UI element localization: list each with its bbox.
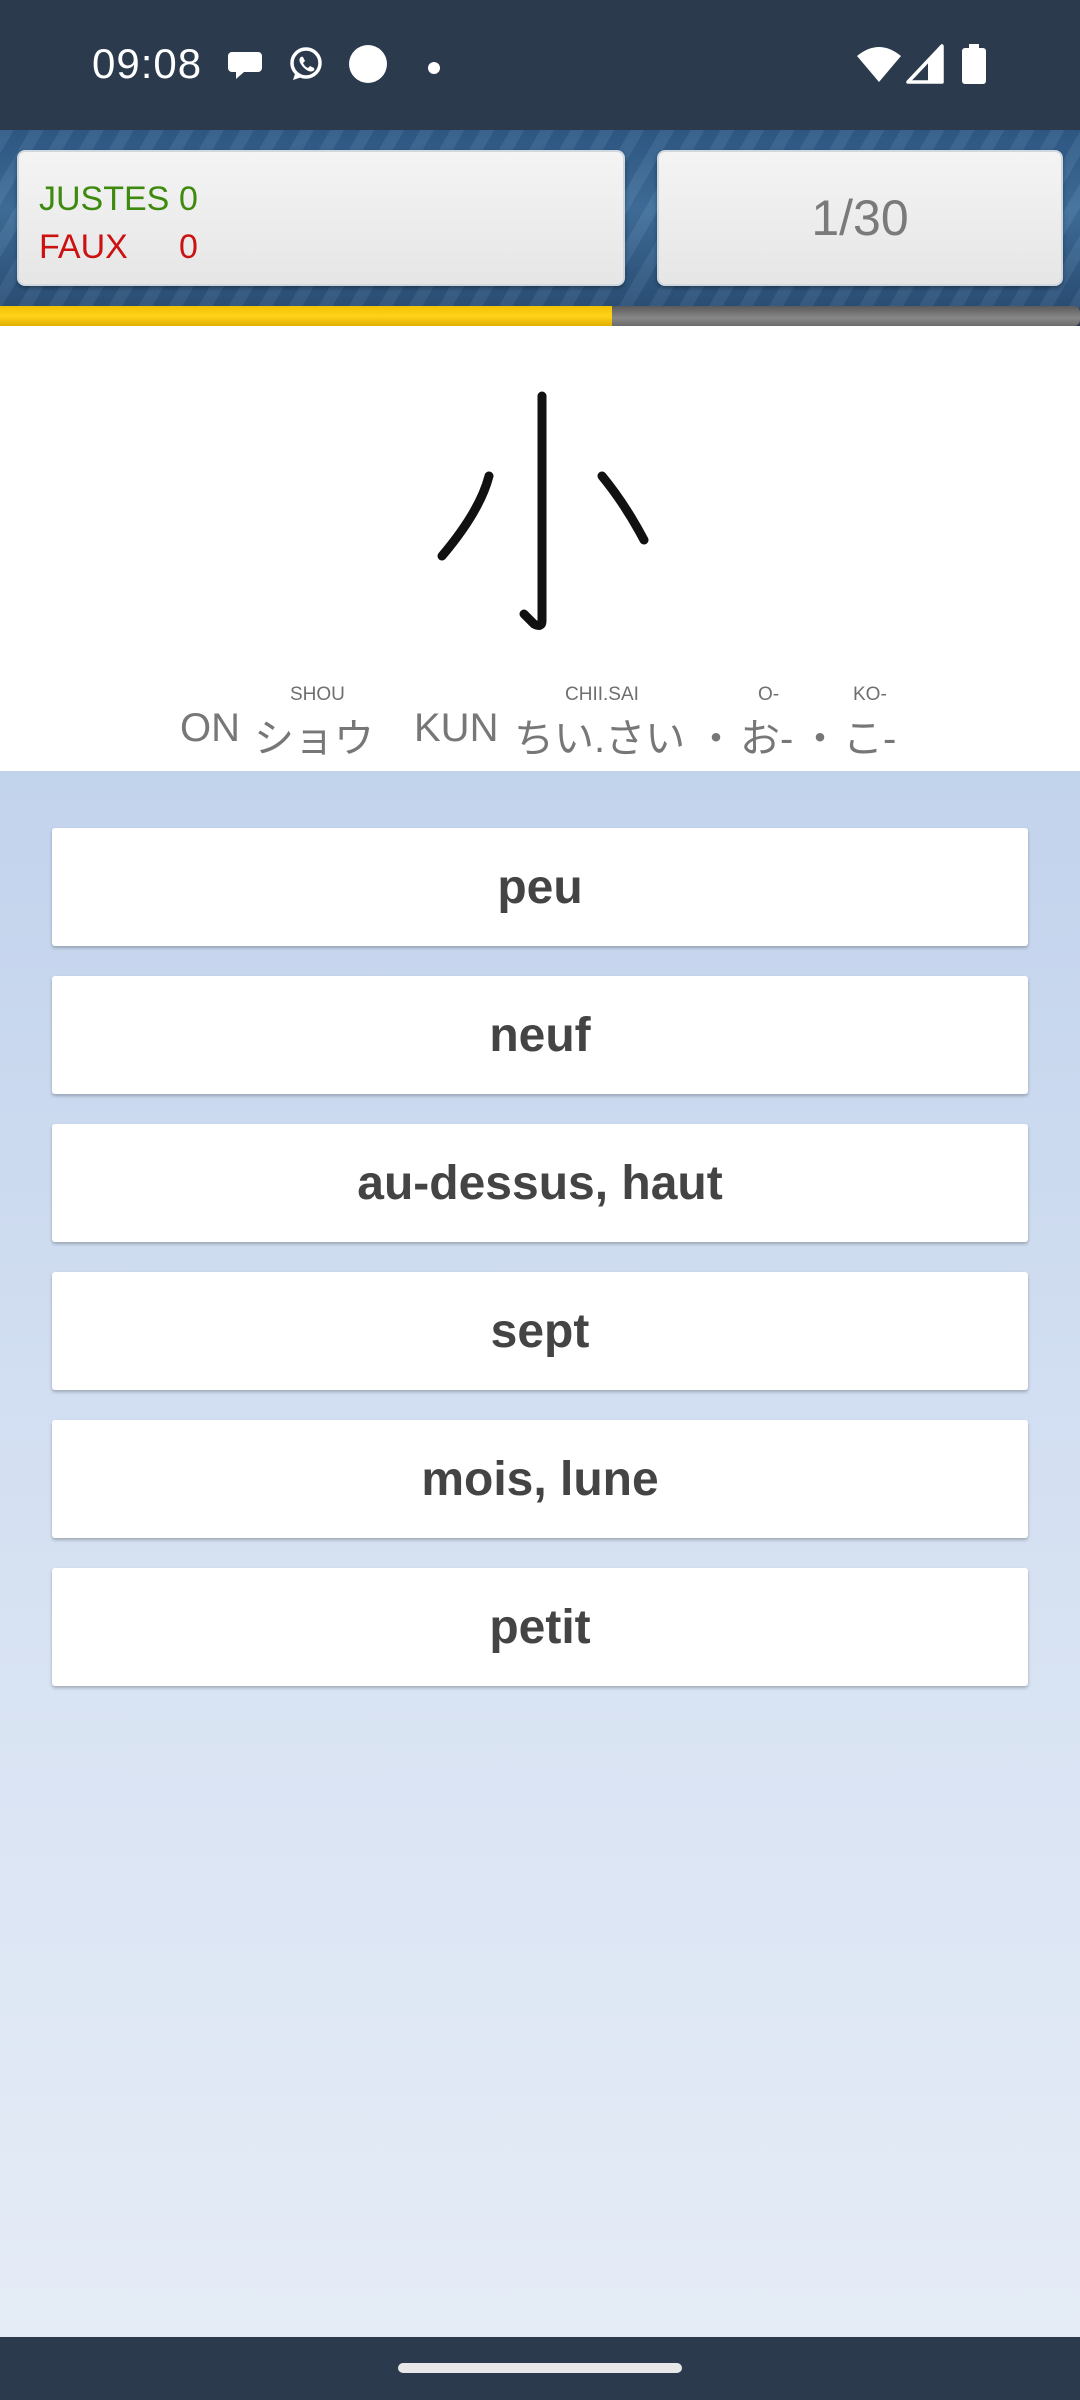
chat-bubble-icon bbox=[228, 52, 262, 79]
signal-icon bbox=[906, 44, 944, 84]
answer-option-2[interactable]: neuf bbox=[52, 976, 1028, 1094]
kun-label: KUN bbox=[414, 706, 499, 750]
kun-romaji-3: KO- bbox=[853, 684, 887, 705]
answer-option-3[interactable]: au-dessus, haut bbox=[52, 1124, 1028, 1242]
kanji-panel: 小 ON SHOU ショウ KUN CHII.SAI ちい.さい ・ O- お-… bbox=[0, 326, 1080, 771]
kun-reading-1: ちい.さい bbox=[514, 717, 686, 761]
dot-icon bbox=[428, 62, 440, 74]
answer-option-5[interactable]: mois, lune bbox=[52, 1420, 1028, 1538]
timer-bar bbox=[0, 306, 1080, 326]
wrong-value: 0 bbox=[179, 228, 198, 266]
whatsapp-icon bbox=[290, 47, 322, 80]
answer-option-4[interactable]: sept bbox=[52, 1272, 1028, 1390]
clock: 09:08 bbox=[92, 40, 203, 87]
quiz-header: JUSTES 0 FAUX 0 1/30 bbox=[0, 130, 1080, 308]
home-gesture-handle[interactable] bbox=[398, 2363, 682, 2373]
circle-icon bbox=[349, 45, 387, 83]
navigation-bar bbox=[0, 2337, 1080, 2400]
on-reading: ショウ bbox=[254, 717, 374, 761]
question-counter-text: 1/30 bbox=[811, 190, 909, 246]
kanji-readings: ON SHOU ショウ KUN CHII.SAI ちい.さい ・ O- お- ・… bbox=[0, 656, 1080, 766]
answer-list: peu neuf au-dessus, haut sept mois, lune… bbox=[0, 771, 1080, 2337]
wrong-score: FAUX 0 bbox=[39, 228, 198, 267]
timer-bar-fill bbox=[0, 306, 613, 326]
correct-label: JUSTES bbox=[39, 180, 170, 218]
kun-romaji-2: O- bbox=[758, 684, 780, 705]
kun-romaji-1: CHII.SAI bbox=[565, 684, 639, 705]
wifi-icon bbox=[857, 47, 901, 82]
question-counter: 1/30 bbox=[657, 150, 1063, 286]
on-label: ON bbox=[180, 706, 240, 750]
on-romaji: SHOU bbox=[290, 684, 345, 705]
answer-option-6[interactable]: petit bbox=[52, 1568, 1028, 1686]
reading-separator-1: ・ bbox=[696, 717, 736, 761]
correct-score: JUSTES 0 bbox=[39, 180, 198, 219]
correct-value: 0 bbox=[179, 180, 198, 218]
kanji-character: 小 bbox=[437, 391, 649, 630]
score-card: JUSTES 0 FAUX 0 bbox=[17, 150, 625, 286]
answer-option-1[interactable]: peu bbox=[52, 828, 1028, 946]
kun-reading-3: こ- bbox=[843, 717, 897, 761]
status-bar: 09:08 bbox=[0, 0, 1080, 130]
kun-reading-2: お- bbox=[740, 717, 794, 761]
wrong-label: FAUX bbox=[39, 228, 128, 266]
battery-icon bbox=[962, 44, 986, 84]
reading-separator-2: ・ bbox=[800, 717, 840, 761]
